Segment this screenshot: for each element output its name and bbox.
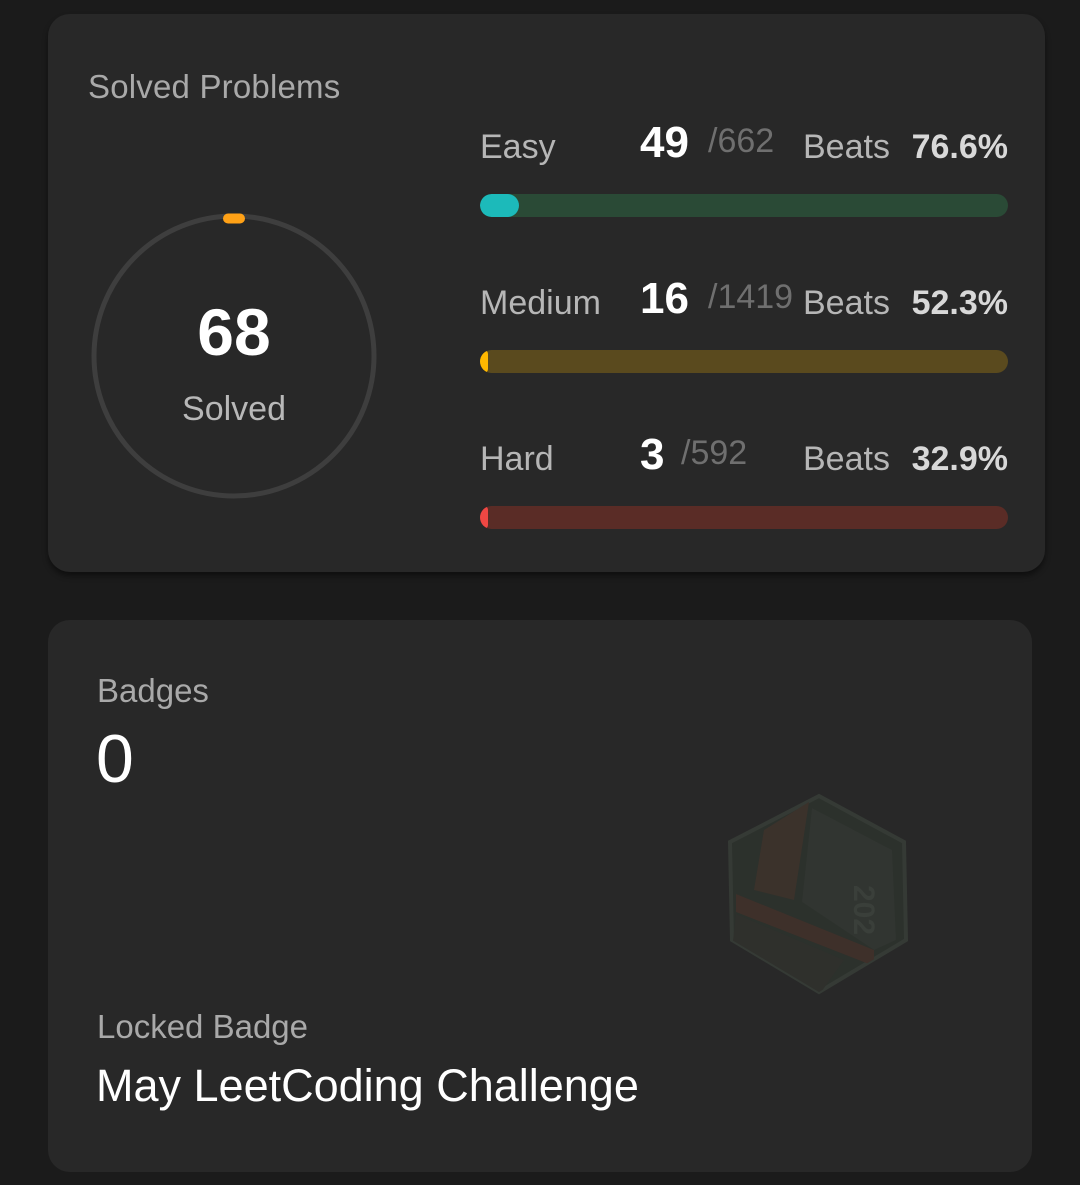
beats-value: 32.9% bbox=[911, 440, 1008, 478]
difficulty-name: Easy bbox=[480, 128, 556, 166]
badges-card[interactable]: Badges 0 202 Locked Badge May LeetCoding… bbox=[48, 620, 1032, 1172]
difficulty-row-easy: Easy 49 /662 Beats 76.6% bbox=[480, 118, 1008, 238]
difficulty-name: Medium bbox=[480, 284, 601, 322]
solved-count: 68 bbox=[197, 295, 271, 369]
beats-label: Beats bbox=[803, 440, 890, 478]
solved-label: Solved bbox=[182, 390, 286, 428]
progress-bar-fill bbox=[480, 194, 519, 217]
progress-bar-medium bbox=[480, 350, 1008, 373]
difficulty-total: /592 bbox=[681, 434, 748, 472]
locked-badge-label: Locked Badge bbox=[97, 1008, 309, 1045]
svg-text:202: 202 bbox=[847, 885, 880, 935]
solved-progress-ring: 68 Solved bbox=[90, 212, 378, 500]
difficulty-row-hard: Hard 3 /592 Beats 32.9% bbox=[480, 430, 1008, 550]
difficulty-solved-count: 49 bbox=[640, 118, 689, 167]
beats-label: Beats bbox=[803, 284, 890, 322]
solved-problems-title: Solved Problems bbox=[88, 68, 341, 105]
difficulty-solved-count: 3 bbox=[640, 430, 665, 479]
difficulty-name: Hard bbox=[480, 440, 554, 478]
difficulty-total: /1419 bbox=[708, 278, 794, 316]
progress-bar-fill bbox=[480, 506, 488, 529]
beats-value: 76.6% bbox=[911, 128, 1008, 166]
difficulty-solved-count: 16 bbox=[640, 274, 689, 323]
beats-value: 52.3% bbox=[911, 284, 1008, 322]
progress-bar-fill bbox=[480, 350, 488, 373]
difficulty-row-medium: Medium 16 /1419 Beats 52.3% bbox=[480, 274, 1008, 394]
locked-badge-name: May LeetCoding Challenge bbox=[96, 1060, 639, 1111]
badges-label: Badges bbox=[97, 672, 209, 709]
badges-count: 0 bbox=[96, 721, 134, 797]
progress-bar-hard bbox=[480, 506, 1008, 529]
progress-bar-easy bbox=[480, 194, 1008, 217]
solved-problems-card: Solved Problems 68 Solved Easy 49 /662 B… bbox=[48, 14, 1045, 572]
locked-hexagon-badge-icon[interactable]: 202 bbox=[724, 790, 914, 1000]
difficulty-total: /662 bbox=[708, 122, 775, 160]
beats-label: Beats bbox=[803, 128, 890, 166]
